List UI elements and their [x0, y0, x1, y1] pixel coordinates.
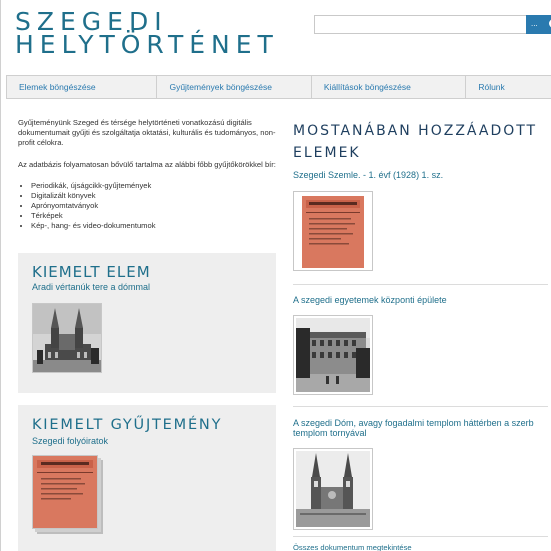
- intro-paragraph-2: Az adatbázis folyamatosan bővülő tartalm…: [18, 159, 276, 169]
- featured-item-thumbnail[interactable]: [32, 303, 102, 373]
- main-nav: Elemek böngészése Gyűjtemények böngészés…: [6, 75, 551, 99]
- list-item: Kép-, hang- és video-dokumentumok: [31, 221, 280, 231]
- magazine-cover-image: [296, 194, 370, 268]
- divider: [293, 406, 548, 407]
- university-building-image: [296, 318, 370, 392]
- list-item: Periodikák, újságcikk-gyűjtemények: [31, 181, 280, 191]
- list-item: Digitalizált könyvek: [31, 191, 280, 201]
- magazine-cover-image: [33, 456, 97, 528]
- cathedral-photo-image: [296, 451, 370, 527]
- search-button[interactable]: ...: [526, 15, 551, 34]
- recent-items-heading-line1: MOSTANÁBAN HOZZÁADOTT: [293, 123, 538, 139]
- cathedral-photo-image: [33, 304, 101, 372]
- divider: [293, 284, 548, 285]
- featured-collection-box: KIEMELT GYŰJTEMÉNY Szegedi folyóiratok: [18, 405, 276, 551]
- nav-item-browse-collections[interactable]: Gyűjtemények böngészése: [157, 76, 312, 98]
- recent-item-thumbnail[interactable]: [293, 448, 373, 530]
- recent-item-thumbnail[interactable]: [293, 315, 373, 395]
- featured-item-box: KIEMELT ELEM Aradi vértanúk tere a dómma…: [18, 253, 276, 393]
- featured-collection-heading: KIEMELT GYŰJTEMÉNY: [32, 417, 223, 433]
- divider: [293, 536, 548, 537]
- list-item: Aprónyomtatványok: [31, 201, 280, 211]
- featured-item-heading: KIEMELT ELEM: [32, 263, 151, 281]
- nav-item-about[interactable]: Rólunk: [466, 76, 551, 98]
- intro-text: Gyűjteményünk Szeged és térsége helytört…: [18, 118, 280, 231]
- nav-item-browse-items[interactable]: Elemek böngészése: [7, 76, 158, 98]
- recent-item-title[interactable]: Szegedi Szemle. - 1. évf (1928) 1. sz.: [293, 170, 548, 180]
- recent-item-thumbnail[interactable]: [293, 191, 373, 271]
- page: SZEGEDI HELYTÖRTÉNET ... Elemek böngészé…: [0, 0, 551, 551]
- nav-item-browse-exhibits[interactable]: Kiállítások böngészése: [312, 76, 467, 98]
- recent-items-heading-line2: ELEMEK: [293, 145, 361, 161]
- site-title-line2[interactable]: HELYTÖRTÉNET: [15, 32, 279, 57]
- site-title[interactable]: SZEGEDI HELYTÖRTÉNET: [15, 9, 279, 57]
- featured-collection-link[interactable]: Szegedi folyóiratok: [32, 436, 108, 446]
- view-all-link[interactable]: Összes dokumentum megtekintése: [293, 543, 412, 551]
- search-button-label: ...: [531, 19, 538, 28]
- featured-collection-thumbnail[interactable]: [32, 455, 98, 529]
- search-form: ...: [314, 15, 551, 34]
- recent-item-title[interactable]: A szegedi egyetemek központi épülete: [293, 295, 548, 305]
- recent-item-title[interactable]: A szegedi Dóm, avagy fogadalmi templom h…: [293, 418, 548, 438]
- intro-paragraph-1: Gyűjteményünk Szeged és térsége helytört…: [18, 118, 276, 148]
- collection-list: Periodikák, újságcikk-gyűjtemények Digit…: [31, 181, 280, 231]
- featured-item-link[interactable]: Aradi vértanúk tere a dómmal: [32, 282, 150, 292]
- recent-items-heading: MOSTANÁBAN HOZZÁADOTT ELEMEK: [293, 120, 537, 164]
- search-input[interactable]: [315, 16, 525, 33]
- list-item: Térképek: [31, 211, 280, 221]
